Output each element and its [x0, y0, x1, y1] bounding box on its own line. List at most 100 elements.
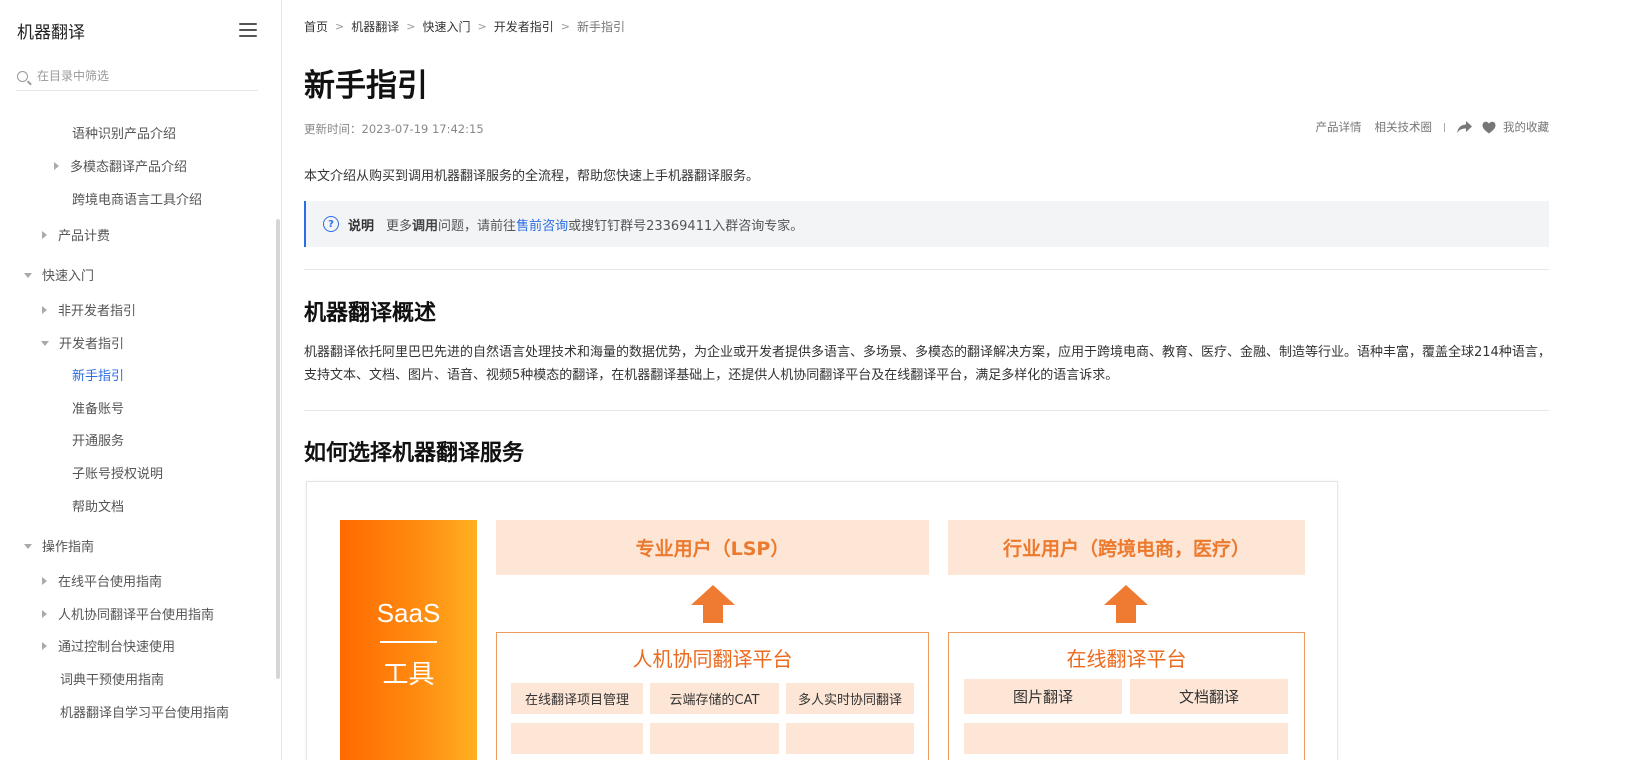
- sidebar-item-label: 准备账号: [72, 402, 125, 417]
- menu-icon[interactable]: [239, 23, 257, 37]
- sidebar-item-label: 非开发者指引: [58, 304, 137, 319]
- breadcrumb: 首页 > 机器翻译 > 快速入门 > 开发者指引 > 新手指引: [304, 18, 625, 35]
- caret-right-icon: [42, 231, 47, 239]
- sidebar-item-label: 通过控制台快速使用: [58, 640, 176, 655]
- main-content: 首页 > 机器翻译 > 快速入门 > 开发者指引 > 新手指引 新手指引 更新时…: [304, 0, 1551, 760]
- caret-right-icon: [42, 306, 47, 314]
- sidebar-item-console[interactable]: 通过控制台快速使用: [42, 638, 175, 658]
- note-text: 更多调用问题，请前往售前咨询或搜钉钉群号23369411入群咨询专家。: [386, 218, 804, 234]
- sidebar-item-label: 操作指南: [42, 540, 95, 555]
- chevron-right-icon: >: [477, 20, 487, 33]
- breadcrumb-quickstart[interactable]: 快速入门: [422, 18, 470, 35]
- sidebar-item-label: 机器翻译自学习平台使用指南: [60, 706, 230, 721]
- sidebar-item-label: 帮助文档: [72, 500, 125, 515]
- hmt-platform-box: 人机协同翻译平台 在线翻译项目管理 云端存储的CAT 多人实时协同翻译: [496, 632, 929, 760]
- arrow-up-icon: [691, 585, 735, 623]
- sidebar-item-label: 多模态翻译产品介绍: [70, 160, 188, 175]
- favorite-link[interactable]: 我的收藏: [1503, 119, 1549, 135]
- caret-right-icon: [54, 162, 59, 170]
- sidebar-scrollbar[interactable]: [276, 219, 280, 679]
- sidebar-item-lang-detect[interactable]: 语种识别产品介绍: [72, 125, 176, 145]
- page-title: 新手指引: [304, 68, 428, 104]
- chip: [786, 723, 914, 754]
- section-title-overview: 机器翻译概述: [304, 301, 437, 326]
- share-icon[interactable]: [1457, 121, 1472, 133]
- sidebar-item-dictionary[interactable]: 词典干预使用指南: [60, 671, 164, 691]
- divider: [1444, 122, 1445, 132]
- chevron-right-icon: >: [335, 20, 345, 33]
- sidebar-item-label: 在线平台使用指南: [58, 575, 163, 590]
- service-diagram: SaaS 工具 专业用户（LSP） 行业用户（跨境电商，医疗） 人机协同翻译平台…: [306, 481, 1338, 760]
- sidebar-item-account[interactable]: 准备账号: [72, 400, 124, 420]
- hmt-platform-title: 人机协同翻译平台: [632, 647, 793, 671]
- caret-down-icon: [41, 341, 49, 346]
- sidebar-item-label: 开通服务: [72, 434, 125, 449]
- tool-label: 工具: [382, 660, 435, 690]
- breadcrumb-dev[interactable]: 开发者指引: [494, 18, 554, 35]
- sidebar-item-online[interactable]: 在线平台使用指南: [42, 573, 162, 593]
- breadcrumb-mt[interactable]: 机器翻译: [351, 18, 399, 35]
- heart-icon[interactable]: [1482, 121, 1496, 134]
- divider: [304, 269, 1549, 270]
- sidebar-item-selflearn[interactable]: 机器翻译自学习平台使用指南: [60, 704, 229, 724]
- caret-right-icon: [42, 642, 47, 650]
- sidebar-search: [16, 62, 258, 91]
- note-label: 说明: [348, 218, 375, 234]
- sidebar-item-label: 快速入门: [42, 269, 95, 284]
- note-box: ? 说明 更多调用问题，请前往售前咨询或搜钉钉群号23369411入群咨询专家。: [304, 201, 1549, 247]
- breadcrumb-home[interactable]: 首页: [304, 18, 328, 35]
- chevron-right-icon: >: [560, 20, 570, 33]
- sidebar-header: 机器翻译: [17, 17, 257, 43]
- product-detail-link[interactable]: 产品详情: [1316, 119, 1362, 135]
- sidebar-item-multimodal[interactable]: 多模态翻译产品介绍: [54, 158, 187, 178]
- chip-image-translation: 图片翻译: [964, 679, 1122, 714]
- tech-circle-link[interactable]: 相关技术圈: [1375, 119, 1433, 135]
- divider: [304, 410, 1549, 411]
- industry-user-box: 行业用户（跨境电商，医疗）: [948, 520, 1305, 575]
- chip-cloud-cat: 云端存储的CAT: [650, 683, 779, 714]
- sidebar-item-label: 人机协同翻译平台使用指南: [58, 608, 215, 623]
- chip: [650, 723, 779, 754]
- saas-tool-block: SaaS 工具: [340, 520, 477, 760]
- caret-down-icon: [24, 273, 32, 278]
- sidebar-item-billing[interactable]: 产品计费: [42, 227, 110, 247]
- section-title-choose: 如何选择机器翻译服务: [304, 441, 525, 466]
- presales-link[interactable]: 售前咨询: [516, 219, 568, 234]
- sidebar-item-label: 产品计费: [58, 229, 111, 244]
- sidebar-item-quickstart[interactable]: 快速入门: [24, 267, 94, 287]
- intro-text: 本文介绍从购买到调用机器翻译服务的全流程，帮助您快速上手机器翻译服务。: [304, 169, 760, 184]
- sidebar: 机器翻译 语种识别产品介绍 多模态翻译产品介绍 跨境电商语言工具介绍 产品计费 …: [0, 0, 282, 760]
- sidebar-item-activate[interactable]: 开通服务: [72, 432, 124, 452]
- arrow-up-icon: [1104, 585, 1148, 623]
- caret-down-icon: [24, 544, 32, 549]
- breadcrumb-current: 新手指引: [576, 20, 625, 34]
- search-input[interactable]: [37, 69, 237, 83]
- chip-document-translation: 文档翻译: [1130, 679, 1288, 714]
- saas-label: SaaS: [376, 598, 441, 628]
- sidebar-item-guide[interactable]: 操作指南: [24, 538, 94, 558]
- sidebar-item-label: 语种识别产品介绍: [72, 127, 177, 142]
- update-time: 更新时间：2023-07-19 17:42:15: [304, 122, 484, 136]
- sidebar-item-label: 词典干预使用指南: [60, 673, 165, 688]
- sidebar-title: 机器翻译: [17, 22, 85, 43]
- divider: [380, 641, 437, 643]
- lsp-user-box: 专业用户（LSP）: [496, 520, 929, 575]
- online-platform-box: 在线翻译平台 图片翻译 文档翻译: [948, 632, 1305, 760]
- chip-realtime-collab: 多人实时协同翻译: [786, 683, 914, 714]
- online-platform-title: 在线翻译平台: [1066, 647, 1187, 671]
- page-actions: 产品详情 相关技术圈 我的收藏: [1316, 119, 1550, 135]
- sidebar-item-label: 新手指引: [72, 369, 125, 384]
- sidebar-item-beginner[interactable]: 新手指引: [72, 367, 124, 387]
- sidebar-item-help[interactable]: 帮助文档: [72, 498, 124, 518]
- sidebar-item-subaccount[interactable]: 子账号授权说明: [72, 465, 163, 485]
- sidebar-item-ecommerce[interactable]: 跨境电商语言工具介绍: [72, 191, 202, 211]
- sidebar-item-label: 跨境电商语言工具介绍: [72, 193, 203, 208]
- sidebar-item-non-dev[interactable]: 非开发者指引: [42, 302, 136, 322]
- sidebar-item-label: 子账号授权说明: [72, 467, 164, 482]
- sidebar-item-dev[interactable]: 开发者指引: [41, 335, 124, 355]
- question-icon: ?: [323, 216, 339, 232]
- chip: [511, 723, 643, 754]
- sidebar-item-hmt[interactable]: 人机协同翻译平台使用指南: [42, 606, 214, 626]
- chip-project-management: 在线翻译项目管理: [511, 683, 643, 714]
- search-icon: [17, 70, 28, 82]
